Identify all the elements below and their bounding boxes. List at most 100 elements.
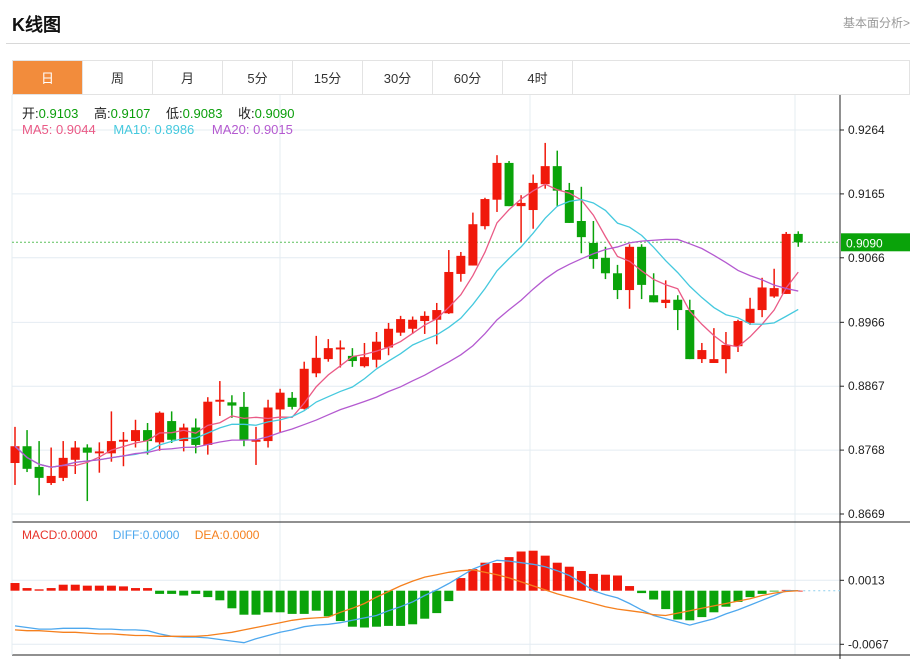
ma10-line — [14, 198, 799, 468]
y-tick-label: 0.8768 — [848, 443, 885, 457]
candle — [347, 348, 357, 367]
high-value: 0.9107 — [110, 106, 151, 121]
candle-body — [576, 220, 586, 238]
macd-legend-diff: DIFF:0.0000 — [112, 528, 180, 542]
macd-bar — [106, 585, 116, 591]
y-tick-label: 0.8867 — [848, 379, 885, 393]
candle-body — [155, 412, 165, 443]
candle — [239, 392, 249, 447]
candle-body — [552, 166, 562, 191]
close-label: 收: — [238, 106, 255, 121]
candle-body — [721, 344, 731, 360]
macd-bar — [384, 590, 394, 626]
candle-body — [58, 457, 68, 478]
macd-y-tick-label: 0.0013 — [848, 573, 885, 587]
macd-bar — [131, 588, 140, 591]
candle-body — [408, 319, 418, 329]
candle — [588, 220, 598, 269]
candle-body — [661, 299, 671, 303]
macd-bar — [540, 555, 550, 591]
candle — [227, 395, 237, 418]
candle-body — [94, 451, 104, 454]
macd-bar — [685, 590, 695, 621]
kline-chart[interactable]: 0.9264 0.9165 0.9066 0.8966 0.8867 0.8768 0.86… — [0, 0, 916, 659]
macd-bar — [359, 590, 369, 628]
candle-body — [492, 162, 502, 200]
low-value: 0.9083 — [182, 106, 223, 121]
candle — [58, 441, 68, 482]
macd-legend-macd: MACD:0.0000 — [22, 528, 98, 542]
candle-body — [528, 182, 538, 211]
macd-bar — [287, 590, 297, 614]
candle — [456, 251, 466, 282]
candle — [721, 332, 731, 374]
candle-body — [456, 255, 466, 274]
macd-bar — [408, 590, 418, 625]
candle-body — [745, 308, 755, 323]
macd-bar — [444, 590, 454, 602]
macd-bar — [239, 590, 249, 615]
macd-y-tick-label: -0.0067 — [848, 637, 889, 651]
ma20-legend: MA20: 0.9015 — [211, 122, 293, 137]
macd-bar — [167, 590, 177, 594]
macd-bar — [179, 590, 189, 596]
macd-bar — [516, 551, 526, 591]
macd-bar — [492, 563, 502, 591]
candle — [613, 264, 622, 300]
candle-body — [46, 475, 56, 484]
macd-legend: MACD:0.0000 DIFF:0.0000 DEA:0.0000 — [22, 528, 271, 542]
macd-bar — [432, 590, 442, 614]
ma-legend: MA5: 0.9044 MA10: 0.8986 MA20: 0.9015 — [22, 122, 307, 137]
candle-body — [733, 321, 743, 347]
candle-body — [82, 447, 92, 453]
candle — [540, 142, 550, 189]
current-price-label: 0.9090 — [846, 236, 883, 250]
y-tick-label: 0.9264 — [848, 123, 885, 137]
candle — [82, 444, 92, 502]
candle — [263, 399, 273, 448]
macd-bar — [311, 590, 321, 611]
candle-body — [781, 233, 791, 294]
candle-body — [600, 257, 610, 274]
candle-body — [613, 273, 622, 291]
macd-bar — [468, 569, 478, 591]
candle — [432, 302, 442, 345]
macd-bar — [70, 584, 80, 591]
candle-body — [118, 439, 128, 442]
macd-bar — [143, 588, 153, 591]
macd-bar — [613, 575, 622, 591]
candle — [600, 246, 610, 280]
candle-body — [468, 224, 478, 266]
candle — [396, 315, 406, 336]
open-value: 0.9103 — [38, 106, 79, 121]
macd-bar — [34, 589, 44, 591]
macd-bar — [118, 586, 128, 591]
macd-bar — [625, 586, 635, 591]
macd-bar — [757, 590, 767, 594]
candle-body — [480, 199, 490, 227]
macd-bar — [323, 590, 333, 617]
candle-body — [697, 350, 707, 360]
candle-body — [335, 347, 345, 350]
macd-bar — [697, 590, 707, 618]
macd-bar — [564, 566, 574, 591]
candle — [637, 244, 647, 300]
candle — [70, 441, 80, 474]
macd-bar — [649, 590, 659, 600]
candle — [106, 411, 116, 462]
candle-body — [34, 466, 44, 478]
candle-body — [504, 162, 514, 207]
ohlc-readout: 开:0.9103 高:0.9107 低:0.9083 收:0.9090 — [22, 103, 306, 122]
ma5-line — [14, 183, 799, 468]
candle — [745, 297, 755, 325]
candle — [384, 322, 394, 356]
macd-bar — [275, 590, 285, 613]
candle-body — [673, 299, 683, 311]
candle-body — [420, 315, 430, 322]
candle — [118, 432, 128, 467]
candle-body — [311, 357, 321, 374]
macd-legend-dea: DEA:0.0000 — [194, 528, 260, 542]
macd-bar — [191, 590, 201, 594]
candle — [625, 244, 635, 309]
candle-body — [769, 288, 779, 297]
